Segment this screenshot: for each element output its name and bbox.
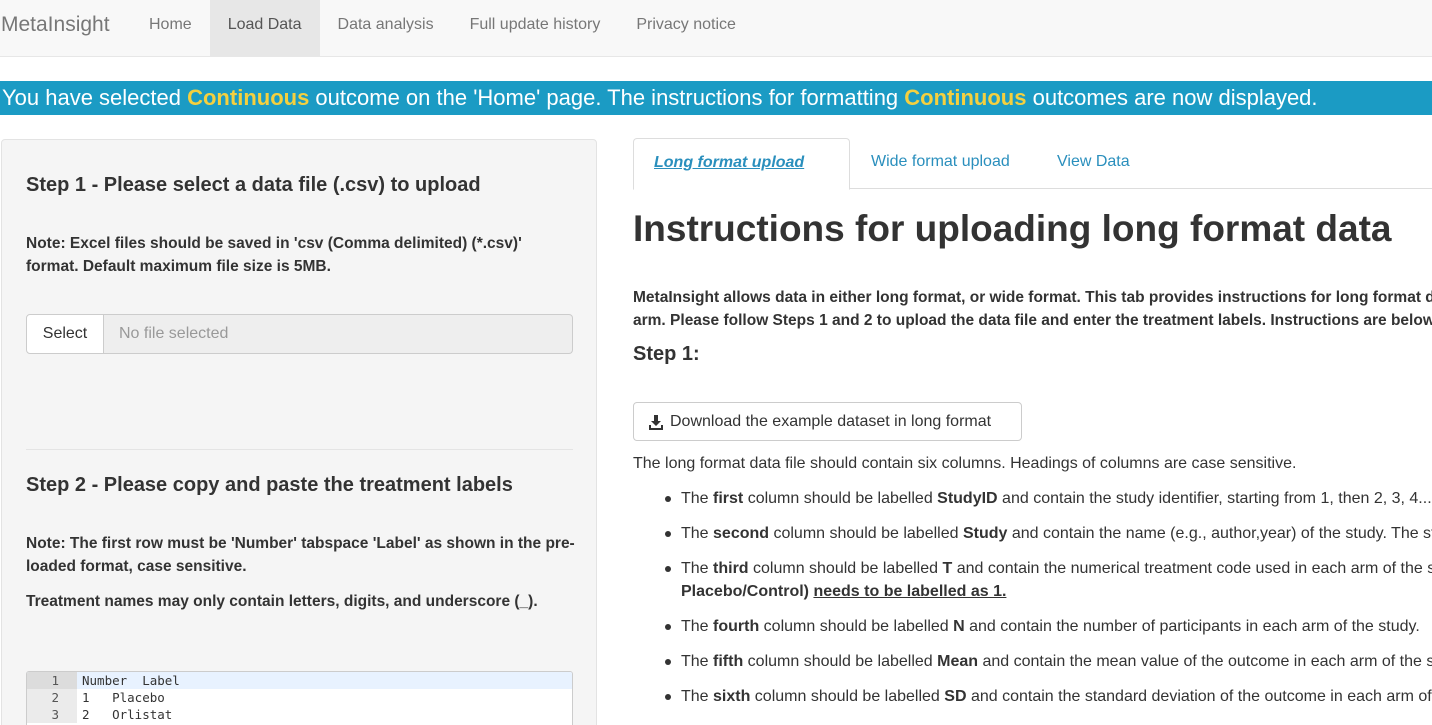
nav-item-privacy-notice[interactable]: Privacy notice (618, 0, 754, 56)
format-tabs: Long format upload Wide format upload Vi… (633, 138, 1432, 190)
banner-highlight: Continuous (904, 85, 1027, 110)
list-item-continued: Placebo/Control) needs to be labelled as… (681, 583, 1007, 600)
select-file-button[interactable]: Select (26, 314, 104, 354)
file-upload: Select No file selected (26, 314, 573, 354)
step2-note: Note: The first row must be 'Number' tab… (26, 535, 575, 575)
list-item: The fifth column should be labelled Mean… (665, 650, 1432, 673)
list-item: The first column should be labelled Stud… (665, 487, 1432, 510)
step1-heading: Step 1: (633, 343, 700, 365)
line-number: 1 (27, 672, 77, 689)
editor-line: 3 2 Orlistat (27, 706, 572, 723)
sidebar-panel: Step 1 - Please select a data file (.csv… (1, 139, 597, 725)
nav-item-home[interactable]: Home (131, 0, 210, 56)
outcome-banner: You have selected Continuous outcome on … (0, 81, 1432, 115)
navbar: MetaInsight Home Load Data Data analysis… (0, 0, 1432, 57)
column-instructions: The first column should be labelled Stud… (665, 487, 1432, 708)
banner-highlight: Continuous (187, 85, 310, 110)
list-item: The fourth column should be labelled N a… (665, 615, 1432, 638)
step2-note-names: Treatment names may only contain letters… (26, 593, 538, 610)
intro-line: arm. Please follow Steps 1 and 2 to uplo… (633, 312, 1432, 329)
file-name-field[interactable]: No file selected (104, 314, 573, 354)
line-number: 2 (27, 689, 77, 706)
nav-item-full-update-history[interactable]: Full update history (452, 0, 619, 56)
banner-text: outcomes are now displayed. (1026, 85, 1318, 110)
line-text: Number Label (82, 673, 180, 688)
intro-text: MetaInsight allows data in either long f… (633, 286, 1432, 332)
page-title: Instructions for uploading long format d… (633, 208, 1392, 249)
banner-text: outcome on the 'Home' page. The instruct… (309, 85, 905, 110)
list-item: The third column should be labelled T an… (665, 557, 1432, 580)
editor-line: 1 Number Label (27, 672, 572, 689)
tab-long-format-upload[interactable]: Long format upload (633, 138, 850, 190)
line-text: 2 Orlistat (82, 707, 173, 722)
intro-line: MetaInsight allows data in either long f… (633, 289, 1432, 306)
step2-title: Step 2 - Please copy and paste the treat… (26, 474, 513, 496)
treatment-labels-editor[interactable]: 1 Number Label 2 1 Placebo 3 2 Orlistat (26, 671, 573, 725)
download-example-button[interactable]: Download the example dataset in long for… (633, 402, 1022, 441)
line-number: 3 (27, 706, 77, 723)
tab-wide-format-upload[interactable]: Wide format upload (851, 138, 1030, 189)
download-icon (649, 414, 663, 430)
step1-title: Step 1 - Please select a data file (.csv… (26, 174, 481, 196)
list-item: The second column should be labelled Stu… (665, 522, 1432, 545)
format-description: The long format data file should contain… (633, 455, 1297, 472)
list-item: The sixth column should be labelled SD a… (665, 685, 1432, 708)
nav-menu: Home Load Data Data analysis Full update… (131, 0, 754, 56)
download-label: Download the example dataset in long for… (670, 413, 992, 430)
brand-logo[interactable]: MetaInsight (1, 0, 110, 50)
tab-view-data[interactable]: View Data (1037, 138, 1150, 189)
nav-item-data-analysis[interactable]: Data analysis (320, 0, 452, 56)
banner-text: You have selected (2, 85, 188, 110)
editor-line: 2 1 Placebo (27, 689, 572, 706)
step1-note: Note: Excel files should be saved in 'cs… (26, 235, 522, 275)
line-text: 1 Placebo (82, 690, 165, 705)
divider (26, 449, 573, 450)
nav-item-load-data[interactable]: Load Data (209, 0, 320, 56)
